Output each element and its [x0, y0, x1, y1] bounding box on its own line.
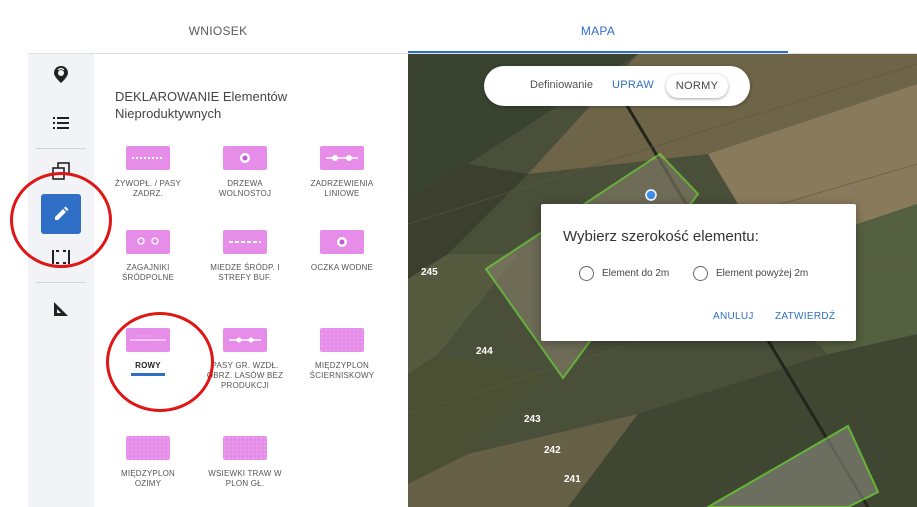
catch-crop-icon	[320, 328, 364, 352]
tab-wniosek[interactable]: WNIOSEK	[28, 0, 408, 56]
element-item-zadrzewienia[interactable]: ZADRZEWIENIA LINIOWE	[302, 146, 382, 199]
element-item-zagajniki[interactable]: ZAGAJNIKI ŚRÓDPOLNE	[108, 230, 188, 283]
tree-line-icon	[320, 146, 364, 170]
ditch-icon	[126, 328, 170, 352]
tool-rail	[28, 54, 94, 507]
radio-element-do-2m[interactable]: Element do 2m	[579, 266, 669, 281]
element-item-miedzyplon-ozimy[interactable]: MIĘDZYPLON OZIMY	[108, 436, 188, 489]
toggle-label: Definiowanie	[530, 79, 593, 91]
element-item-miedze[interactable]: MIEDZE ŚRÓDP. I STREFY BUF.	[205, 230, 285, 283]
element-item-wsiewki[interactable]: WSIEWKI TRAW W PLON GŁ.	[205, 436, 285, 489]
radio-element-powyzej-2m[interactable]: Element powyżej 2m	[693, 266, 808, 281]
forest-strip-icon	[223, 328, 267, 352]
selected-indicator	[131, 373, 165, 376]
parcel-number: 242	[544, 445, 561, 456]
measure-ruler-icon[interactable]	[28, 296, 94, 322]
radio-circle[interactable]	[579, 266, 594, 281]
hedge-icon	[126, 146, 170, 170]
tree-icon	[223, 146, 267, 170]
radio-label: Element do 2m	[602, 268, 670, 279]
element-label: ROWY	[135, 361, 161, 370]
radio-label: Element powyżej 2m	[716, 268, 809, 279]
parcel-number: 243	[524, 414, 541, 425]
copy-shapes-icon[interactable]	[28, 158, 94, 184]
element-item-rowy[interactable]: ROWY	[108, 328, 188, 376]
edit-pencil-icon[interactable]	[41, 194, 81, 234]
element-label: MIĘDZYPLON OZIMY	[120, 469, 175, 488]
rail-divider	[36, 282, 86, 283]
element-item-miedzyplon-sciern[interactable]: MIĘDZYPLON ŚCIERNISKOWY	[302, 328, 382, 381]
top-tabs: WNIOSEK MAPA	[0, 0, 917, 56]
plant-pin-icon[interactable]	[28, 62, 94, 88]
rail-divider	[36, 148, 86, 149]
parcel-number: 241	[564, 474, 581, 485]
element-item-pasy-gr[interactable]: PASY GR. WZDŁ. OBRZ. LASÓW BEZ PRODUKCJI	[205, 328, 285, 391]
element-item-zywoplot[interactable]: ŻYWOPŁ. / PASY ZADRZ.	[108, 146, 188, 199]
element-label: OCZKA WODNE	[310, 263, 374, 272]
dialog-title: Wybierz szerokość elementu:	[563, 228, 759, 245]
winter-catch-crop-icon	[126, 436, 170, 460]
element-label: ZAGAJNIKI ŚRÓDPOLNE	[121, 263, 175, 282]
element-label: MIEDZE ŚRÓDP. I STREFY BUF.	[210, 263, 280, 282]
pond-icon	[320, 230, 364, 254]
panel-title: DEKLAROWANIE Elementów Nieproduktywnych	[115, 89, 288, 121]
map-view[interactable]: Definiowanie UPRAW NORMY 245 244 243 242…	[408, 54, 917, 507]
element-label: PASY GR. WZDŁ. OBRZ. LASÓW BEZ PRODUKCJI	[206, 361, 284, 390]
element-label: ZADRZEWIENIA LINIOWE	[310, 179, 374, 198]
grove-icon	[126, 230, 170, 254]
tab-mapa[interactable]: MAPA	[408, 0, 788, 56]
element-label: DRZEWA WOLNOSTOJ	[218, 179, 272, 198]
undersown-icon	[223, 436, 267, 460]
element-label: MIĘDZYPLON ŚCIERNISKOWY	[309, 361, 375, 380]
element-label: WSIEWKI TRAW W PLON GŁ.	[208, 469, 282, 488]
parcel-number: 245	[421, 267, 438, 278]
confirm-button[interactable]: ZATWIERDŹ	[775, 311, 835, 322]
element-item-drzewa[interactable]: DRZEWA WOLNOSTOJ	[205, 146, 285, 199]
toggle-upraw-button[interactable]: UPRAW	[612, 79, 654, 91]
balk-icon	[223, 230, 267, 254]
definition-toggle: Definiowanie UPRAW NORMY	[484, 66, 750, 106]
list-icon[interactable]	[28, 110, 94, 136]
element-panel: DEKLAROWANIE Elementów Nieproduktywnych …	[94, 54, 408, 507]
cancel-button[interactable]: ANULUJ	[713, 311, 754, 322]
parcel-number: 244	[476, 346, 493, 357]
element-label: ŻYWOPŁ. / PASY ZADRZ.	[114, 179, 182, 198]
dashed-line-icon[interactable]	[28, 244, 94, 270]
radio-circle[interactable]	[693, 266, 708, 281]
toggle-normy-button[interactable]: NORMY	[666, 74, 728, 98]
element-item-oczka[interactable]: OCZKA WODNE	[302, 230, 382, 273]
width-dialog: Wybierz szerokość elementu: Element do 2…	[541, 204, 856, 341]
